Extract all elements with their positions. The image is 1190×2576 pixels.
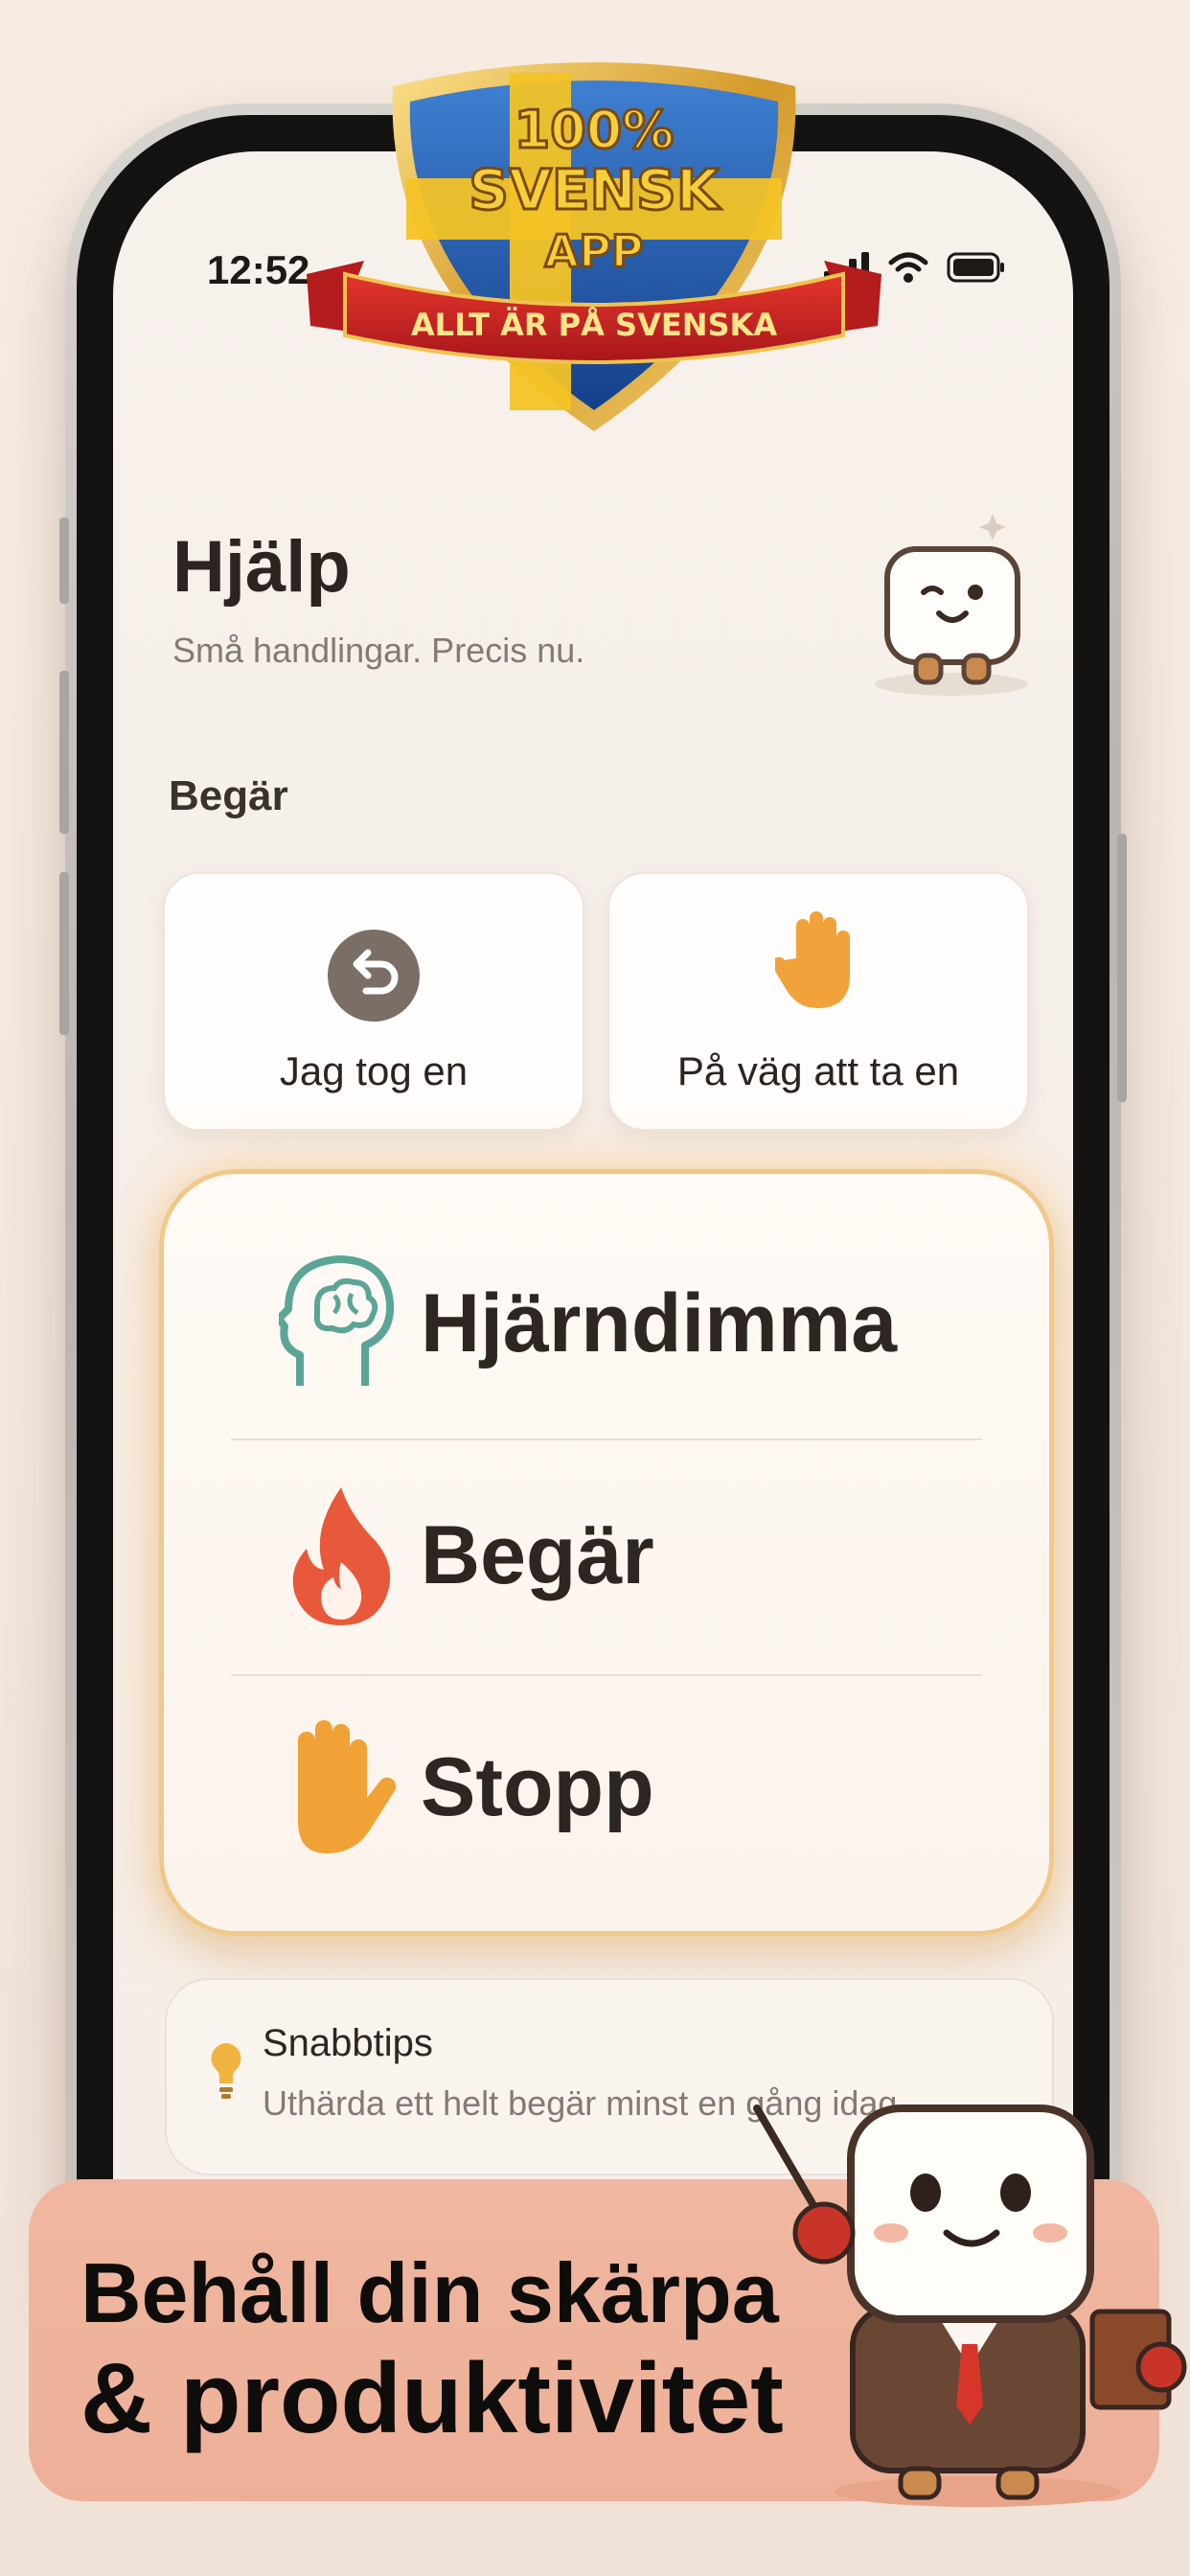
brain-fog-label: Hjärndimma: [421, 1276, 898, 1369]
badge-line3: APP: [544, 225, 643, 277]
badge-line2: SVENSK: [469, 157, 721, 222]
badge-ribbon-text: ALLT ÄR PÅ SVENSKA: [411, 307, 777, 343]
page-title: Hjälp: [172, 526, 351, 608]
teacher-mascot-icon: [753, 2104, 1187, 2507]
banner-headline-line1: Behåll din skärpa: [80, 2245, 779, 2340]
stop-hand-icon: [298, 1720, 397, 1853]
about-to-take-one-button[interactable]: På väg att ta en: [607, 872, 1029, 1131]
phone-frame: 12:52 Hjälp Små handlingar. Precis nu. B…: [65, 104, 1121, 2423]
lightbulb-icon: [211, 2043, 241, 2099]
took-one-label: Jag tog en: [279, 1048, 469, 1093]
took-one-button[interactable]: Jag tog en: [163, 872, 584, 1131]
app-screen: 12:52 Hjälp Små handlingar. Precis nu. B…: [113, 151, 1073, 2411]
stop-label: Stopp: [421, 1740, 654, 1833]
volume-up-button: [59, 518, 69, 604]
phone-bezel: 12:52 Hjälp Små handlingar. Precis nu. B…: [77, 115, 1110, 2411]
wifi-icon: [888, 252, 928, 283]
help-menu-panel: Hjärndimma Begär Stopp: [159, 1169, 1054, 1936]
raised-hand-icon: [775, 911, 850, 1008]
flame-icon: [292, 1487, 391, 1625]
power-button: [1117, 834, 1127, 1102]
section-label: Begär: [169, 772, 288, 819]
banner-headline-line2: & produktivitet: [80, 2343, 784, 2454]
mascot-icon: [875, 514, 1028, 696]
mute-button: [59, 872, 69, 1035]
menu-item-brain-fog[interactable]: Hjärndimma: [164, 1208, 1049, 1438]
craving-label: Begär: [421, 1508, 654, 1601]
about-to-take-one-label: På väg att ta en: [676, 1048, 960, 1093]
tip-title: Snabbtips: [263, 2022, 433, 2064]
menu-item-craving[interactable]: Begär: [164, 1440, 1049, 1670]
undo-icon: [328, 930, 420, 1022]
volume-down-button: [59, 671, 69, 834]
menu-item-stop[interactable]: Stopp: [164, 1672, 1049, 1902]
brain-icon: [279, 1255, 395, 1386]
battery-icon: [947, 252, 1004, 283]
badge-line1: 100%: [515, 100, 675, 160]
status-time: 12:52: [207, 247, 310, 292]
page-subtitle: Små handlingar. Precis nu.: [172, 631, 585, 670]
swedish-app-badge: 100% SVENSK APP ALLT ÄR PÅ SVENSKA: [307, 62, 881, 431]
